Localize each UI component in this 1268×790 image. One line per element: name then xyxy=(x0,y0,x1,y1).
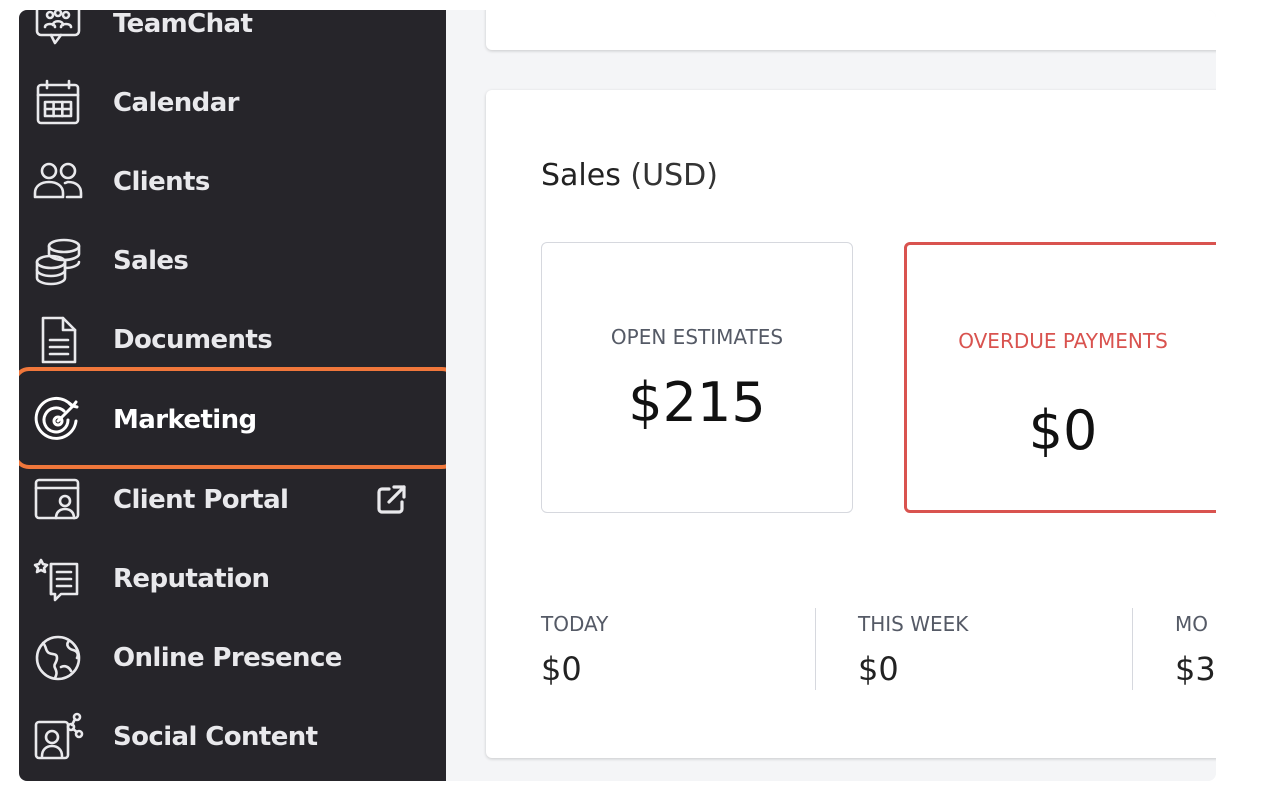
sidebar-item-teamchat[interactable]: TeamChat xyxy=(19,10,446,63)
sidebar-item-label: Reputation xyxy=(113,563,270,594)
sidebar: TeamChat Calendar Clients Sales Document… xyxy=(19,10,458,781)
main-content: Sales (USD) OPEN ESTIMATES $215 OVERDUE … xyxy=(446,10,1216,781)
period-value: $3 xyxy=(1175,650,1216,688)
overdue-payments-label: OVERDUE PAYMENTS xyxy=(958,329,1168,353)
document-icon xyxy=(31,313,85,367)
sidebar-item-calendar[interactable]: Calendar xyxy=(19,63,446,142)
sidebar-item-clients[interactable]: Clients xyxy=(19,142,446,221)
previous-card xyxy=(486,10,1216,50)
sidebar-item-label: Online Presence xyxy=(113,642,342,673)
divider xyxy=(815,608,816,690)
globe-icon xyxy=(31,631,85,685)
sales-title-text: Sales xyxy=(541,158,621,193)
sidebar-item-sales[interactable]: Sales xyxy=(19,221,446,300)
sidebar-item-online-presence[interactable]: Online Presence xyxy=(19,618,446,697)
people-icon xyxy=(31,155,85,209)
sales-title: Sales (USD) xyxy=(541,158,718,193)
period-today: TODAY $0 xyxy=(541,612,608,694)
sidebar-item-reputation[interactable]: Reputation xyxy=(19,539,446,618)
sidebar-item-label: TeamChat xyxy=(113,10,253,39)
open-estimates-card[interactable]: OPEN ESTIMATES $215 xyxy=(541,242,853,513)
sidebar-item-label: Calendar xyxy=(113,87,239,118)
open-estimates-label: OPEN ESTIMATES xyxy=(610,325,784,349)
external-link-icon[interactable] xyxy=(372,481,410,519)
sidebar-item-social-content[interactable]: Social Content xyxy=(19,697,446,776)
sidebar-item-label: Documents xyxy=(113,324,273,355)
overdue-payments-card[interactable]: OVERDUE PAYMENTS $0 xyxy=(904,242,1216,513)
reputation-icon xyxy=(31,552,85,606)
period-label: TODAY xyxy=(541,612,609,636)
period-value: $0 xyxy=(541,650,582,688)
client-portal-icon xyxy=(31,473,85,527)
overdue-payments-value: $0 xyxy=(1028,399,1098,462)
sales-card: Sales (USD) OPEN ESTIMATES $215 OVERDUE … xyxy=(486,90,1216,758)
period-value: $0 xyxy=(858,650,899,688)
period-label: MO xyxy=(1175,612,1208,636)
calendar-icon xyxy=(31,76,85,130)
sidebar-item-client-portal[interactable]: Client Portal xyxy=(19,460,446,539)
active-item-highlight xyxy=(19,367,458,469)
sidebar-item-label: Client Portal xyxy=(113,484,289,515)
period-month: MO $3 xyxy=(1175,612,1216,694)
sidebar-item-label: Sales xyxy=(113,245,189,276)
open-estimates-value: $215 xyxy=(628,371,766,434)
sales-currency: (USD) xyxy=(630,158,718,193)
sidebar-item-label: Social Content xyxy=(113,721,318,752)
app-window: TeamChat Calendar Clients Sales Document… xyxy=(19,10,1216,781)
social-content-icon xyxy=(31,710,85,764)
sidebar-item-label: Clients xyxy=(113,166,210,197)
period-this-week: THIS WEEK $0 xyxy=(858,612,968,694)
chat-bubble-team-icon xyxy=(31,10,85,51)
coins-icon xyxy=(31,234,85,288)
period-label: THIS WEEK xyxy=(858,612,969,636)
divider xyxy=(1132,608,1133,690)
